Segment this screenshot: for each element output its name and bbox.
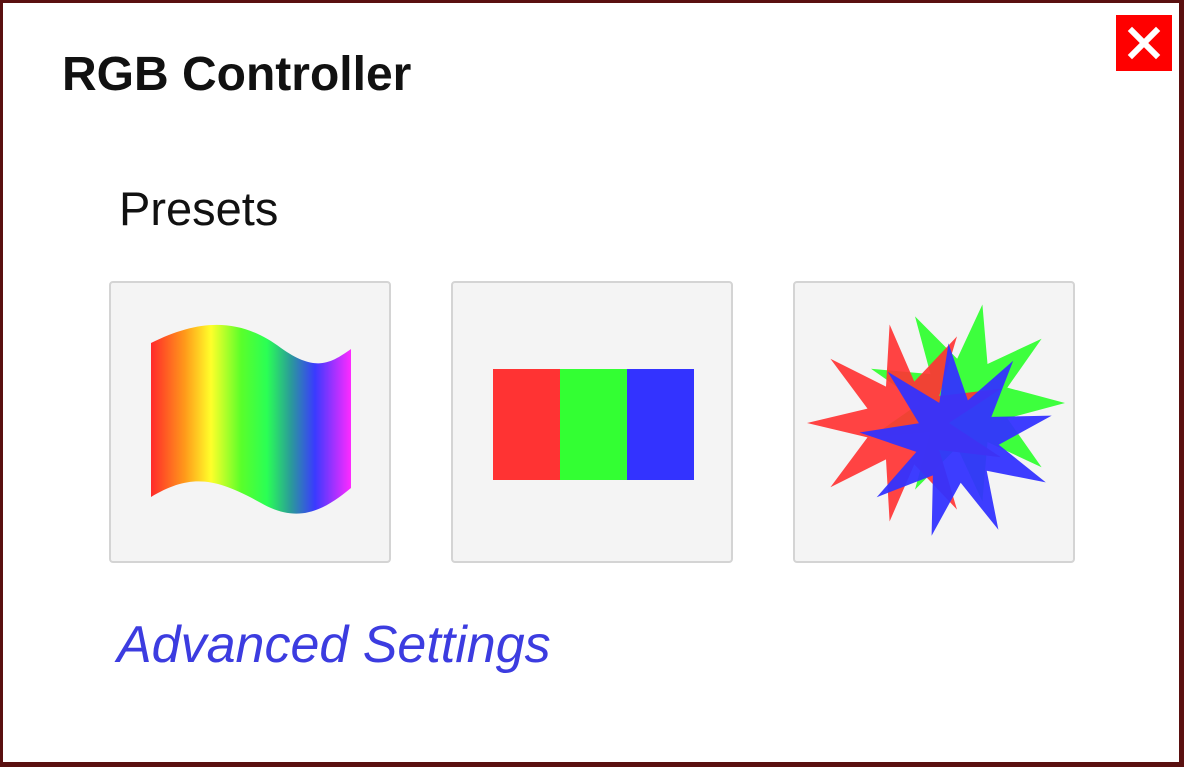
presets-heading: Presets <box>119 182 279 235</box>
preset-rgb-bars-button[interactable] <box>451 281 733 563</box>
rainbow-flag-icon <box>151 324 351 514</box>
rgb-bars-icon <box>493 369 694 480</box>
dialog-title: RGB Controller <box>62 48 412 101</box>
advanced-settings-link[interactable]: Advanced Settings <box>117 613 551 677</box>
close-x-icon <box>1127 26 1161 60</box>
rainbow-flag-shape <box>151 324 351 514</box>
red-bar <box>493 369 560 480</box>
close-button[interactable] <box>1116 15 1172 71</box>
green-bar <box>560 369 627 480</box>
preset-color-burst-button[interactable] <box>793 281 1075 563</box>
preset-rainbow-button[interactable] <box>109 281 391 563</box>
color-burst-icon <box>807 304 1065 536</box>
blue-bar <box>627 369 694 480</box>
rgb-controller-dialog: RGB Controller Presets Advanced Settings <box>3 3 1179 762</box>
